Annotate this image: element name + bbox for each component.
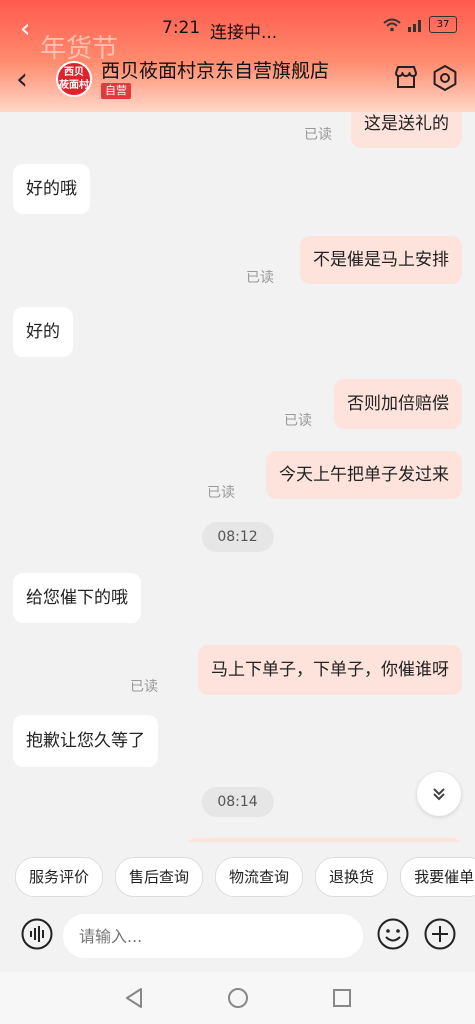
read-receipt: 已读: [284, 413, 312, 429]
chip-logistics[interactable]: 物流查询: [215, 857, 304, 897]
avatar-line1: 西贝: [64, 67, 84, 78]
system-nav-bar: [0, 972, 475, 1024]
nav-back-icon[interactable]: [122, 986, 146, 1010]
chip-service-rating[interactable]: 服务评价: [15, 857, 104, 897]
avatar[interactable]: 西贝 莜面村: [56, 61, 92, 97]
message-out[interactable]: 不是催是马上安排: [300, 236, 462, 284]
chip-after-sales[interactable]: 售后查询: [115, 857, 204, 897]
wifi-icon: [383, 18, 401, 31]
top-bar: ‹ 西贝 莜面村 西贝莜面村京东自营旗舰店 自营: [0, 56, 475, 106]
read-receipt: 已读: [130, 679, 158, 695]
battery-icon: 37: [429, 16, 457, 33]
nav-recent-icon[interactable]: [330, 986, 354, 1010]
timestamp: 08:12: [201, 522, 274, 552]
scroll-down-button[interactable]: [417, 772, 461, 816]
self-operated-badge: 自营: [101, 83, 131, 99]
status-bar: ‹ 年货节 7:21 连接中... 37: [0, 14, 475, 64]
chip-return-exchange[interactable]: 退换货: [315, 857, 389, 897]
double-chevron-down-icon: [433, 788, 445, 801]
message-in[interactable]: 给您催下的哦: [13, 573, 141, 623]
status-back-icon[interactable]: ‹: [20, 14, 30, 44]
message-out[interactable]: 这是送礼的: [351, 112, 462, 148]
signal-icon: [408, 19, 421, 32]
clock: 7:21: [162, 18, 201, 38]
message-input[interactable]: [63, 914, 363, 958]
read-receipt: 已读: [246, 270, 274, 286]
shop-name[interactable]: 西贝莜面村京东自营旗舰店: [101, 56, 329, 83]
message-out[interactable]: 马上下单子，下单子，你催谁呀: [198, 645, 462, 695]
message-in[interactable]: 好的: [13, 307, 73, 357]
nav-home-icon[interactable]: [226, 986, 250, 1010]
message-in[interactable]: 好的哦: [13, 164, 90, 214]
back-button[interactable]: ‹: [16, 62, 28, 97]
chat-area[interactable]: 这是送礼的 已读 好的哦 不是催是马上安排 已读 好的 否则加倍赔偿 已读 今天…: [0, 112, 475, 842]
connection-status: 连接中...: [210, 23, 278, 43]
store-icon[interactable]: [393, 64, 419, 90]
voice-icon[interactable]: [21, 918, 53, 950]
emoji-icon[interactable]: [377, 918, 409, 950]
message-out[interactable]: 今天上午把单子发过来: [266, 451, 462, 499]
header: ‹ 年货节 7:21 连接中... 37 ‹ 西贝 莜面村 西贝莜面村京东自营旗…: [0, 0, 475, 112]
chip-urge-order[interactable]: 我要催单: [400, 857, 475, 897]
read-receipt: 已读: [304, 127, 332, 143]
input-bar: [0, 906, 475, 966]
message-out-partial: [186, 838, 462, 842]
avatar-line2: 莜面村: [59, 80, 89, 91]
quick-actions: 服务评价 售后查询 物流查询 退换货 我要催单: [15, 857, 475, 897]
settings-icon[interactable]: [431, 64, 459, 92]
message-out[interactable]: 否则加倍赔偿: [334, 379, 462, 429]
message-in[interactable]: 抱歉让您久等了: [13, 715, 158, 767]
read-receipt: 已读: [207, 485, 235, 501]
timestamp: 08:14: [201, 787, 274, 817]
status-icons: 37: [383, 16, 457, 33]
plus-icon[interactable]: [424, 918, 456, 950]
